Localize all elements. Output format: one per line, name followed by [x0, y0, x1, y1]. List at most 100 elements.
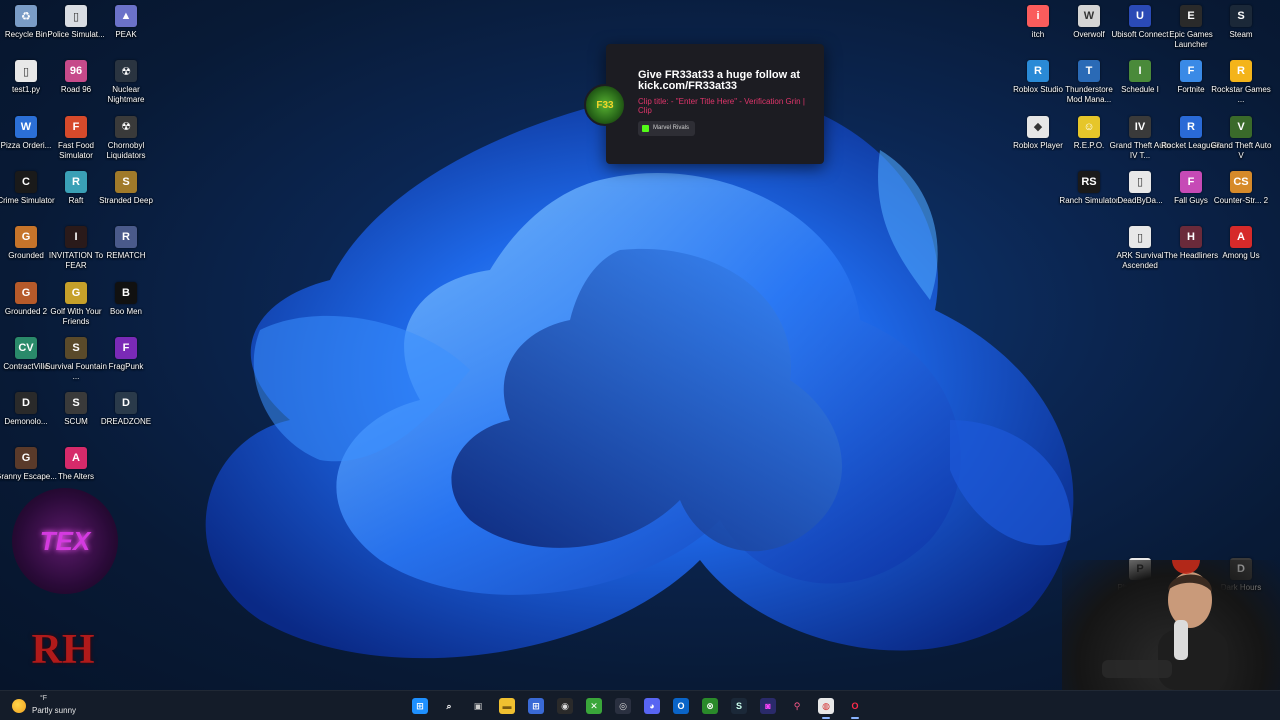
grounded-icon: G: [15, 226, 37, 249]
opera-gx-icon: O: [851, 701, 859, 711]
desktop-shortcut-label: Counter-Str... 2: [1213, 195, 1269, 205]
desktop-shortcut[interactable]: R Rockstar Games ...: [1211, 60, 1271, 112]
desktop-shortcut[interactable]: V Grand Theft Auto V: [1211, 115, 1271, 168]
desktop-shortcut[interactable]: ☢ Nuclear Nightmare: [100, 60, 152, 112]
chornobyl-liquidators-icon: ☢: [115, 115, 137, 138]
desktop-shortcut-label: REMATCH: [106, 251, 146, 261]
desktop-shortcut[interactable]: B Boo Men: [100, 281, 152, 334]
kick-icon: [642, 125, 649, 132]
taskbar-button-outlook[interactable]: O: [669, 694, 693, 718]
desktop-shortcut-label: PEAK: [115, 30, 137, 39]
itch-icon: i: [1027, 5, 1049, 27]
survival-fountain-icon: S: [65, 336, 87, 359]
streamer-avatar: F33: [584, 84, 626, 126]
desktop-shortcut[interactable]: A Among Us: [1215, 226, 1267, 278]
start-icon: ⊞: [412, 698, 428, 714]
taskbar-button-chrome[interactable]: ◍: [814, 694, 838, 719]
the-headliners-icon: H: [1180, 226, 1202, 249]
invitation-to-fear-icon: I: [65, 226, 87, 249]
obs-icon: ◉: [557, 698, 573, 714]
tex-stream-logo: TEX: [12, 488, 118, 594]
stranded-deep-icon: S: [115, 170, 137, 193]
desktop-shortcut-label: Boo Men: [109, 306, 143, 316]
roblox-player-icon: ◆: [1027, 115, 1049, 138]
microsoft-store-icon: ⊞: [528, 698, 544, 714]
desktop-shortcut-label: Stranded Deep: [99, 195, 153, 205]
weather-widget[interactable]: °F Partly sunny: [12, 695, 76, 717]
taskbar-button-start[interactable]: ⊞: [408, 694, 432, 718]
taskbar-button-obs[interactable]: ◉: [553, 694, 577, 718]
rh-stream-logo: RH: [31, 627, 95, 673]
maps-pin-icon: ⚲: [793, 700, 801, 711]
discord-icon: ◕: [644, 698, 660, 714]
desktop-shortcut-label: Steam: [1229, 30, 1253, 39]
peak-icon: ▲: [115, 5, 137, 27]
word-document-icon: W: [15, 115, 37, 138]
outlook-icon: O: [673, 698, 689, 714]
partly-sunny-icon: [12, 699, 26, 713]
taskbar-button-microsoft-store[interactable]: ⊞: [524, 694, 548, 718]
taskbar-button-streamlabs[interactable]: ◙: [756, 694, 780, 718]
the-alters-icon: A: [65, 447, 87, 470]
xbox-icon: ⊗: [702, 698, 718, 714]
webcam-overlay: [1062, 546, 1280, 690]
python-file-icon: ▯: [15, 60, 37, 83]
golf-with-your-friends-icon: G: [65, 281, 87, 304]
taskbar-button-opera-gx[interactable]: O: [843, 694, 867, 719]
steam-icon: S: [1230, 5, 1252, 27]
file-explorer-icon: ▬: [499, 698, 515, 714]
chrome-icon: ◍: [818, 698, 834, 714]
taskbar-button-steam-client[interactable]: S: [727, 694, 751, 718]
gta-v-icon: V: [1230, 115, 1252, 138]
road-96-icon: 96: [65, 60, 87, 83]
desktop-shortcut[interactable]: S Stranded Deep: [99, 170, 153, 223]
rockstar-games-icon: R: [1230, 60, 1252, 83]
fortnite-icon: F: [1180, 60, 1202, 83]
among-us-icon: A: [1230, 226, 1252, 249]
rematch-icon: R: [115, 226, 137, 249]
steam-client-icon: S: [731, 698, 747, 714]
raft-icon: R: [65, 170, 87, 193]
taskbar-button-steam-taskbar[interactable]: ◎: [611, 694, 635, 718]
taskbar-button-xbox[interactable]: ⊗: [698, 694, 722, 718]
taskbar-button-file-explorer[interactable]: ▬: [495, 694, 519, 718]
weather-temp: °F: [40, 695, 48, 702]
overwolf-icon: W: [1078, 5, 1100, 27]
desktop-shortcut[interactable]: D DREADZONE: [100, 392, 152, 444]
search-icon: ⌕: [446, 700, 452, 711]
contractville-icon: CV: [15, 336, 37, 359]
desktop-shortcut[interactable]: S Steam: [1215, 5, 1267, 57]
taskbar-button-discord[interactable]: ◕: [640, 694, 664, 718]
roblox-studio-icon: R: [1027, 60, 1049, 83]
dreadzone-icon: D: [115, 392, 137, 415]
gta-iv-icon: IV: [1129, 115, 1151, 138]
taskbar-button-task-view[interactable]: ▣: [466, 694, 490, 718]
thunderstore-icon: T: [1078, 60, 1100, 83]
fast-food-simulator-icon: F: [65, 115, 87, 138]
dead-by-daylight-icon: ▯: [1129, 170, 1151, 193]
recycle-bin-icon: ♻: [15, 5, 37, 27]
desktop-shortcut[interactable]: ▲ PEAK: [100, 5, 152, 57]
desktop-shortcut-label: Grand Theft Auto V: [1210, 140, 1272, 160]
boo-men-icon: B: [115, 281, 137, 304]
steam-taskbar-icon: ◎: [615, 698, 631, 714]
taskbar-pinned-apps: ⊞ ⌕ ▣ ▬ ⊞ ◉ ✕ ◎ ◕ O ⊗ S ◙ ⚲ ◍ O: [408, 694, 867, 719]
taskbar-button-maps-pin[interactable]: ⚲: [785, 694, 809, 718]
desktop-shortcut[interactable]: ☢ Chornobyl Liquidators: [100, 115, 152, 168]
taskbar-button-search[interactable]: ⌕: [437, 694, 461, 718]
schedule-i-icon: I: [1129, 60, 1151, 83]
desktop-shortcut[interactable]: R REMATCH: [100, 226, 152, 278]
repo-icon: ☺: [1078, 115, 1100, 138]
streamer-webcam-image: [1102, 546, 1228, 690]
grounded-2-icon: G: [15, 281, 37, 304]
desktop-shortcut-label: FragPunk: [108, 361, 144, 371]
rocket-league-icon: R: [1180, 115, 1202, 138]
ark-survival-ascended-icon: ▯: [1129, 226, 1151, 249]
game-tag: Marvel Rivals: [638, 121, 696, 136]
taskbar-button-xbox-app[interactable]: ✕: [582, 694, 606, 718]
desktop-shortcut-label: The Alters: [57, 472, 94, 482]
xbox-app-icon: ✕: [586, 698, 602, 714]
desktop-shortcut-label: Chornobyl Liquidators: [106, 140, 146, 160]
desktop-shortcut[interactable]: CS Counter-Str... 2: [1214, 170, 1268, 223]
desktop-shortcut[interactable]: F FragPunk: [100, 336, 152, 389]
